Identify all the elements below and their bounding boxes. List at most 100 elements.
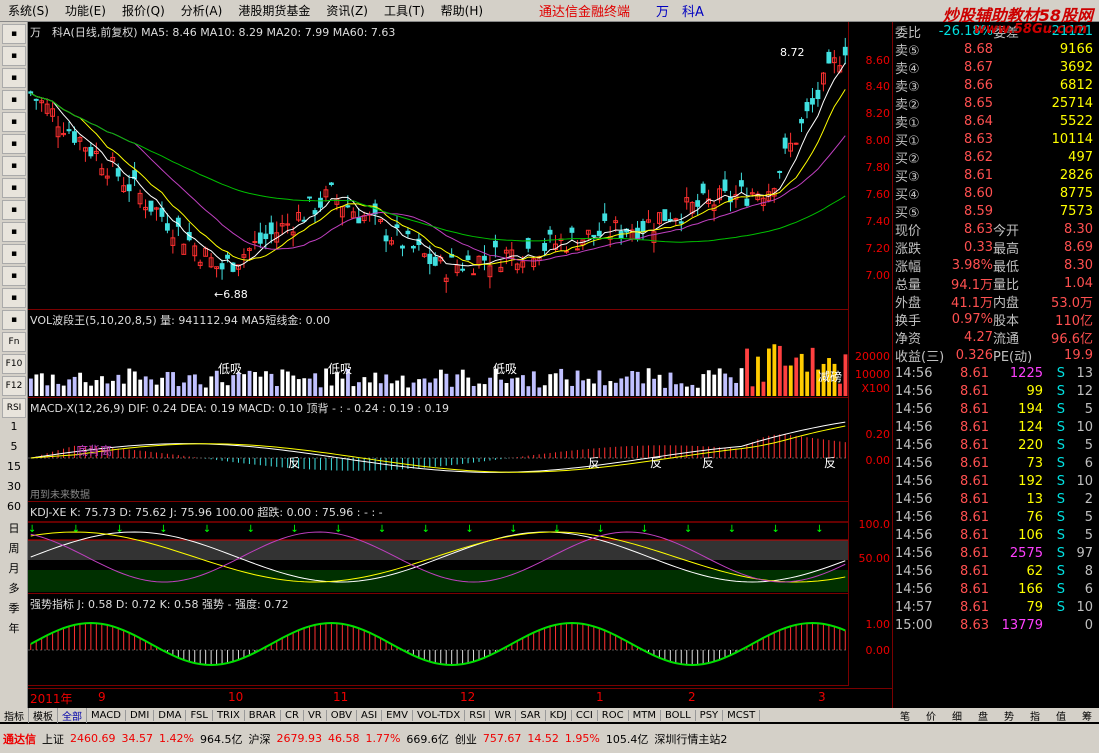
tab-roc[interactable]: ROC [598, 709, 629, 721]
tool-icon[interactable]: ▪ [2, 90, 26, 110]
side-tab[interactable]: 势 [996, 708, 1022, 723]
tab-obv[interactable]: OBV [327, 709, 357, 721]
tab-brar[interactable]: BRAR [245, 709, 281, 721]
volume-bar [111, 380, 115, 396]
side-tab[interactable]: 价 [918, 708, 944, 723]
period-多[interactable]: 多 [2, 580, 26, 598]
period-1[interactable]: 1 [2, 420, 26, 438]
tool-icon[interactable]: ▪ [2, 310, 26, 330]
tool-icon[interactable]: ▪ [2, 112, 26, 132]
period-季[interactable]: 季 [2, 600, 26, 618]
chart-area[interactable]: 万 科A(日线,前复权) MA5: 8.46 MA10: 8.29 MA20: … [28, 22, 892, 708]
menu-item-6[interactable]: 工具(T) [376, 2, 433, 19]
tool-f10-icon[interactable]: F10 [2, 354, 26, 374]
period-日[interactable]: 日 [2, 520, 26, 538]
vol-pane[interactable]: VOL波段王(5,10,20,8,5) 量: 941112.94 MA5短线金:… [28, 310, 848, 398]
tool-icon[interactable]: ▪ [2, 134, 26, 154]
tab-macd[interactable]: MACD [87, 709, 126, 721]
side-tab[interactable]: 指 [1022, 708, 1048, 723]
quote-row: 15:00 8.63 13779 0 [895, 617, 1093, 633]
menu-item-2[interactable]: 报价(Q) [114, 2, 173, 19]
tool-icon[interactable]: ▪ [2, 156, 26, 176]
tool-icon[interactable]: ▪ [2, 178, 26, 198]
kline-candle [569, 227, 575, 233]
volume-bar [739, 368, 744, 396]
y-tick-label: 7.80 [865, 161, 891, 174]
volume-bar [400, 375, 405, 396]
kdj-arrow-down: ↓ [728, 524, 736, 535]
menu-item-7[interactable]: 帮助(H) [433, 2, 491, 19]
menu-item-5[interactable]: 资讯(Z) [318, 2, 376, 19]
quote-row: 14:56 8.61 106 S 5 [895, 527, 1093, 543]
period-5[interactable]: 5 [2, 440, 26, 458]
tab-boll[interactable]: BOLL [661, 709, 696, 721]
tab-vol-tdx[interactable]: VOL-TDX [413, 709, 466, 721]
tool-icon[interactable]: ▪ [2, 288, 26, 308]
tool-icon[interactable]: ▪ [2, 222, 26, 242]
kdj-arrow-down: ↓ [247, 524, 255, 535]
side-tab[interactable]: 笔 [892, 708, 918, 723]
volume-bar [537, 387, 542, 396]
period-30[interactable]: 30 [2, 480, 26, 498]
side-tab[interactable]: 盘 [970, 708, 996, 723]
indicator-tabs[interactable]: 指标 模板 全部 MACD DMI DMA FSL TRIX BRAR CR VR OBV ASI EMV… [0, 707, 892, 723]
kline-pane[interactable]: 万 科A(日线,前复权) MA5: 8.46 MA10: 8.29 MA20: … [28, 22, 848, 310]
dif-line [30, 421, 846, 473]
kdj-pane[interactable]: ↓ ↓ ↓ ↓ ↓ ↓ ↓ ↓ ↓ ↓ ↓ ↓ ↓ ↓ ↓ ↓ ↓ ↓ ↓ KDJ-XE K: 75.73 D: 7… [28, 502, 848, 594]
tab-指标[interactable]: 指标 [0, 707, 29, 723]
period-年[interactable]: 年 [2, 620, 26, 638]
tool-icon[interactable]: ▪ [2, 68, 26, 88]
menu-item-3[interactable]: 分析(A) [173, 2, 231, 19]
tab-dma[interactable]: DMA [154, 709, 187, 721]
tab-vr[interactable]: VR [304, 709, 327, 721]
tab-全部[interactable]: 全部 [58, 707, 87, 723]
period-15[interactable]: 15 [2, 460, 26, 478]
strong-pane[interactable]: 强势指标 J: 0.58 D: 0.72 K: 0.58 强势 - 强度: 0.… [28, 594, 848, 686]
volume-bar [373, 372, 378, 396]
period-周[interactable]: 周 [2, 540, 26, 558]
tool-fn-icon[interactable]: Fn [2, 332, 26, 352]
quote-row: 14:56 8.61 13 S 2 [895, 491, 1093, 507]
tab-trix[interactable]: TRIX [213, 709, 245, 721]
macd-pane[interactable]: MACD-X(12,26,9) DIF: 0.24 DEA: 0.19 MACD… [28, 398, 848, 502]
tab-dmi[interactable]: DMI [126, 709, 155, 721]
kdj-arrow-down: ↓ [378, 524, 386, 535]
side-tabs[interactable]: 笔价细盘势指值筹 [892, 708, 1099, 723]
tool-icon[interactable]: ▪ [2, 46, 26, 66]
tab-cci[interactable]: CCI [572, 709, 598, 721]
tab-asi[interactable]: ASI [357, 709, 383, 721]
tab-mcst[interactable]: MCST [723, 709, 761, 721]
volume-bar [209, 376, 214, 396]
tab-mtm[interactable]: MTM [629, 709, 661, 721]
tab-模板[interactable]: 模板 [29, 707, 58, 723]
tab-emv[interactable]: EMV [382, 709, 413, 721]
menu-item-4[interactable]: 港股期货基金 [230, 2, 318, 19]
tool-icon[interactable]: ▪ [2, 266, 26, 286]
tab-wr[interactable]: WR [490, 709, 517, 721]
quote-row: 总量 94.1万 量比 1.04 [895, 275, 1093, 293]
tab-kdj[interactable]: KDJ [546, 709, 572, 721]
tool-icon[interactable]: ▪ [2, 200, 26, 220]
tool-rsi-icon[interactable]: RSI [2, 398, 26, 418]
tab-cr[interactable]: CR [281, 709, 304, 721]
side-tab[interactable]: 值 [1048, 708, 1074, 723]
tab-psy[interactable]: PSY [696, 709, 724, 721]
period-60[interactable]: 60 [2, 500, 26, 518]
quote-row: 14:56 8.61 62 S 8 [895, 563, 1093, 579]
side-tab[interactable]: 细 [944, 708, 970, 723]
y-tick-label: 0.00 [865, 454, 891, 467]
tool-icon[interactable]: ▪ [2, 244, 26, 264]
tool-f12-icon[interactable]: F12 [2, 376, 26, 396]
side-tab[interactable]: 筹 [1074, 708, 1099, 723]
menu-item-1[interactable]: 功能(E) [57, 2, 114, 19]
menu-item-0[interactable]: 系统(S) [0, 2, 57, 19]
tool-icon[interactable]: ▪ [2, 24, 26, 44]
volume-bar [285, 371, 290, 396]
macd-mark: 底背离 [76, 444, 113, 458]
period-月[interactable]: 月 [2, 560, 26, 578]
tab-rsi[interactable]: RSI [465, 709, 491, 721]
tab-sar[interactable]: SAR [516, 709, 546, 721]
volume-bar [34, 374, 39, 396]
quote-row: 卖⑤ 8.68 9166 [895, 41, 1093, 59]
tab-fsl[interactable]: FSL [186, 709, 213, 721]
